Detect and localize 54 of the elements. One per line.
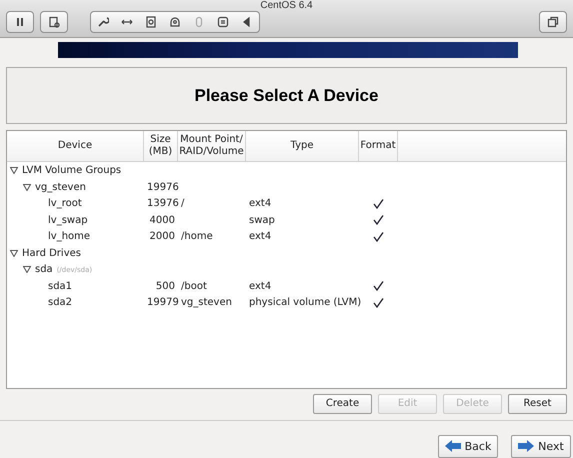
windows-icon[interactable] <box>547 16 559 28</box>
expand-triangle-icon[interactable] <box>23 184 31 190</box>
size-text: 13976 <box>147 198 179 209</box>
mount-text: /home <box>181 231 213 242</box>
wrench-icon[interactable] <box>97 16 109 28</box>
column-header[interactable]: Mount Point/ RAID/Volume <box>178 131 246 162</box>
action-button[interactable]: Create <box>313 394 372 414</box>
size-text: 19979 <box>147 297 179 308</box>
device-name: vg_steven <box>35 182 86 192</box>
device-name: lv_swap <box>48 214 88 226</box>
window-button[interactable] <box>539 11 567 34</box>
mount-text: vg_steven <box>181 297 232 308</box>
screen-icon[interactable] <box>48 16 60 28</box>
mount-text: / <box>181 198 184 209</box>
type-text: ext4 <box>249 231 272 242</box>
check-icon <box>373 281 384 291</box>
pause-button[interactable] <box>6 11 34 34</box>
device-name: LVM Volume Groups <box>22 165 122 176</box>
column-header[interactable]: Format <box>359 131 398 162</box>
drive-icon[interactable] <box>169 16 181 28</box>
pause-icon[interactable] <box>14 16 26 28</box>
device-name: sda1 <box>48 280 72 292</box>
back-button[interactable]: Back <box>438 434 498 458</box>
check-icon <box>373 198 384 208</box>
size-text: 2000 <box>150 231 175 242</box>
device-name: sda2 <box>48 297 72 308</box>
expand-triangle-icon[interactable] <box>10 250 18 256</box>
size-text: 19976 <box>147 182 179 192</box>
size-text: 4000 <box>150 214 175 226</box>
device-name: sda <box>35 264 53 275</box>
device-name: lv_home <box>48 231 90 242</box>
left-arrow-icon <box>444 440 461 452</box>
type-text: physical volume (LVM) <box>249 297 362 308</box>
type-text: ext4 <box>249 280 272 292</box>
next-button[interactable]: Next <box>511 434 571 458</box>
column-header[interactable]: Type <box>246 131 359 162</box>
column-header[interactable]: Size (MB) <box>144 131 178 162</box>
action-button[interactable]: Reset <box>508 394 567 414</box>
type-text: ext4 <box>249 198 272 209</box>
size-text: 500 <box>156 280 175 292</box>
expand-triangle-icon[interactable] <box>23 266 31 273</box>
check-icon <box>373 232 384 242</box>
column-header[interactable]: Device <box>7 131 144 162</box>
check-icon <box>373 298 384 308</box>
window-title: CentOS 6.4 <box>259 0 314 11</box>
right-arrow-icon <box>518 440 534 452</box>
settings-button[interactable] <box>40 11 68 34</box>
device-name: lv_root <box>48 198 82 209</box>
expand-triangle-icon[interactable] <box>10 167 18 174</box>
device-name: Hard Drives <box>22 248 81 258</box>
page-heading: Please Select A Device <box>194 86 378 106</box>
type-text: swap <box>249 214 275 226</box>
mount-text: /boot <box>181 280 207 292</box>
check-icon <box>373 215 384 225</box>
